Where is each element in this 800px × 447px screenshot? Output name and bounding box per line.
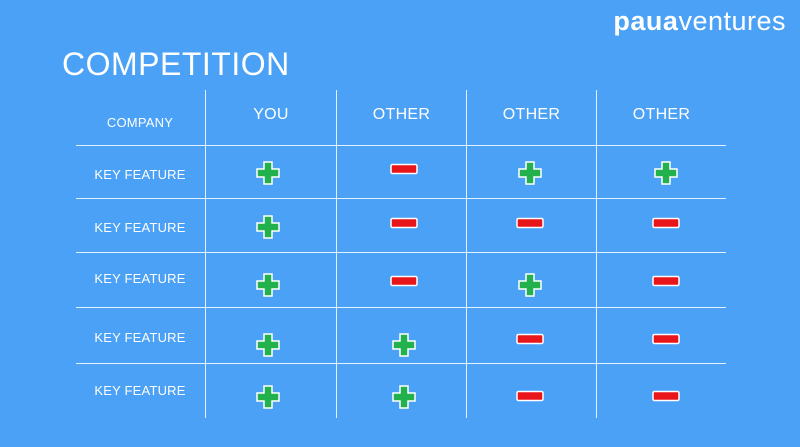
minus-icon bbox=[390, 275, 418, 287]
table-divider-horizontal bbox=[76, 198, 726, 199]
plus-icon bbox=[391, 384, 417, 410]
logo-bold-text: paua bbox=[613, 6, 679, 36]
table-divider-horizontal bbox=[76, 252, 726, 253]
row-label: KEY FEATURE bbox=[94, 219, 186, 235]
slide-title: COMPETITION bbox=[62, 46, 290, 82]
column-header-other: OTHER bbox=[372, 106, 431, 123]
plus-icon bbox=[391, 332, 417, 358]
plus-icon bbox=[255, 214, 281, 240]
minus-icon bbox=[516, 217, 544, 229]
minus-icon bbox=[516, 333, 544, 345]
minus-icon bbox=[390, 163, 418, 175]
minus-icon bbox=[652, 390, 680, 402]
minus-icon bbox=[652, 217, 680, 229]
plus-icon bbox=[517, 272, 543, 298]
row-label: KEY FEATURE bbox=[94, 329, 186, 345]
table-divider-horizontal bbox=[76, 145, 726, 146]
plus-icon bbox=[653, 160, 679, 186]
minus-icon bbox=[390, 217, 418, 229]
column-header-other: OTHER bbox=[632, 106, 691, 123]
minus-icon bbox=[516, 390, 544, 402]
plus-icon bbox=[517, 160, 543, 186]
table-divider-vertical bbox=[205, 90, 206, 418]
table-corner-header: COMPANY bbox=[106, 114, 174, 130]
table-divider-vertical bbox=[466, 90, 467, 418]
column-header-you: YOU bbox=[253, 106, 289, 123]
plus-icon bbox=[255, 332, 281, 358]
row-label: KEY FEATURE bbox=[94, 166, 186, 182]
table-divider-horizontal bbox=[76, 363, 726, 364]
table-divider-vertical bbox=[336, 90, 337, 418]
minus-icon bbox=[652, 333, 680, 345]
logo-light-text: ventures bbox=[678, 6, 786, 36]
brand-logo: pauaventures bbox=[613, 6, 786, 37]
table-divider-horizontal bbox=[76, 307, 726, 308]
minus-icon bbox=[652, 275, 680, 287]
row-label: KEY FEATURE bbox=[94, 382, 186, 398]
row-label: KEY FEATURE bbox=[94, 270, 186, 286]
plus-icon bbox=[255, 272, 281, 298]
table-divider-vertical bbox=[596, 90, 597, 418]
plus-icon bbox=[255, 384, 281, 410]
plus-icon bbox=[255, 160, 281, 186]
column-header-other: OTHER bbox=[502, 106, 561, 123]
